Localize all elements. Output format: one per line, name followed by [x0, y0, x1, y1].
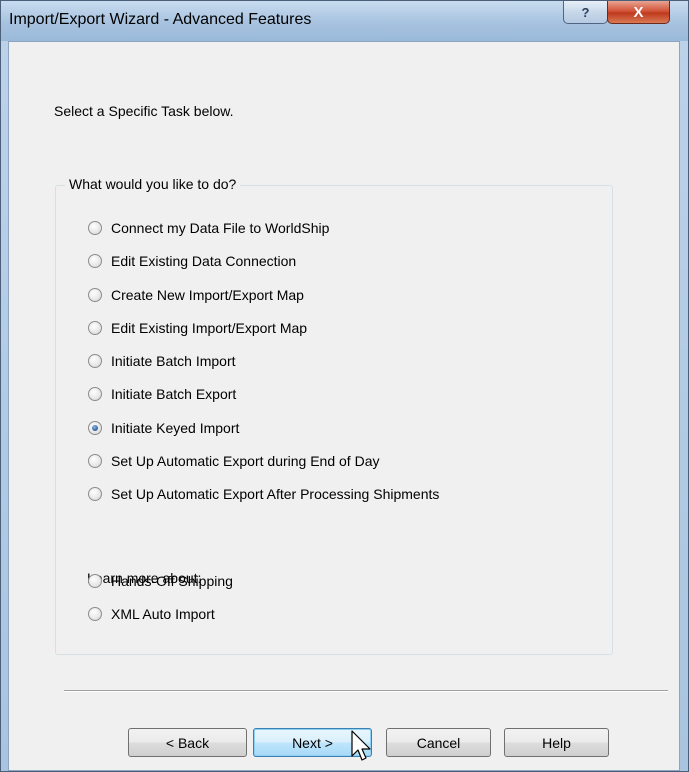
instruction-text: Select a Specific Task below.	[54, 103, 234, 119]
radio-button[interactable]	[88, 574, 102, 588]
radio-option[interactable]: Set Up Automatic Export After Processing…	[88, 484, 439, 504]
radio-label: Edit Existing Import/Export Map	[111, 320, 308, 336]
radio-label: Create New Import/Export Map	[111, 287, 304, 303]
radio-label: Hands-Off Shipping	[111, 573, 233, 589]
radio-button[interactable]	[88, 321, 102, 335]
radio-option[interactable]: Initiate Keyed Import	[88, 418, 239, 438]
radio-button[interactable]	[88, 254, 102, 268]
radio-option[interactable]: Connect my Data File to WorldShip	[88, 218, 329, 238]
radio-label: Set Up Automatic Export After Processing…	[111, 486, 440, 502]
back-button[interactable]: < Back	[128, 728, 247, 757]
close-button[interactable]: X	[607, 1, 670, 24]
radio-option[interactable]: Edit Existing Import/Export Map	[88, 318, 307, 338]
radio-label: XML Auto Import	[111, 606, 215, 622]
radio-option[interactable]: Edit Existing Data Connection	[88, 251, 296, 271]
radio-button[interactable]	[88, 607, 102, 621]
radio-option-learn[interactable]: Hands-Off Shipping	[88, 571, 233, 591]
radio-option[interactable]: Initiate Batch Import	[88, 351, 236, 371]
groupbox-legend: What would you like to do?	[65, 176, 241, 192]
help-title-button[interactable]: ?	[563, 1, 608, 24]
radio-button[interactable]	[88, 354, 102, 368]
radio-button[interactable]	[88, 288, 102, 302]
radio-label: Edit Existing Data Connection	[111, 253, 297, 269]
radio-label: Initiate Batch Export	[111, 386, 237, 402]
cancel-button[interactable]: Cancel	[386, 728, 491, 757]
radio-button[interactable]	[88, 454, 102, 468]
radio-label: Connect my Data File to WorldShip	[111, 220, 330, 236]
radio-option-learn[interactable]: XML Auto Import	[88, 604, 215, 624]
radio-label: Initiate Keyed Import	[111, 420, 240, 436]
radio-button[interactable]	[88, 421, 102, 435]
title-bar[interactable]: Import/Export Wizard - Advanced Features…	[1, 1, 688, 41]
question-mark-icon: ?	[581, 4, 590, 20]
next-button[interactable]: Next >	[253, 728, 372, 757]
radio-button[interactable]	[88, 487, 102, 501]
radio-button[interactable]	[88, 221, 102, 235]
separator-line	[64, 690, 668, 692]
radio-option[interactable]: Create New Import/Export Map	[88, 285, 304, 305]
radio-option[interactable]: Set Up Automatic Export during End of Da…	[88, 451, 379, 471]
radio-label: Initiate Batch Import	[111, 353, 236, 369]
help-button[interactable]: Help	[504, 728, 609, 757]
dialog-body: Select a Specific Task below. What would…	[8, 41, 680, 771]
window-title: Import/Export Wizard - Advanced Features	[9, 11, 312, 28]
radio-button[interactable]	[88, 387, 102, 401]
wizard-window: Import/Export Wizard - Advanced Features…	[0, 0, 689, 772]
radio-label: Set Up Automatic Export during End of Da…	[111, 453, 380, 469]
close-icon: X	[633, 3, 644, 21]
radio-option[interactable]: Initiate Batch Export	[88, 384, 236, 404]
